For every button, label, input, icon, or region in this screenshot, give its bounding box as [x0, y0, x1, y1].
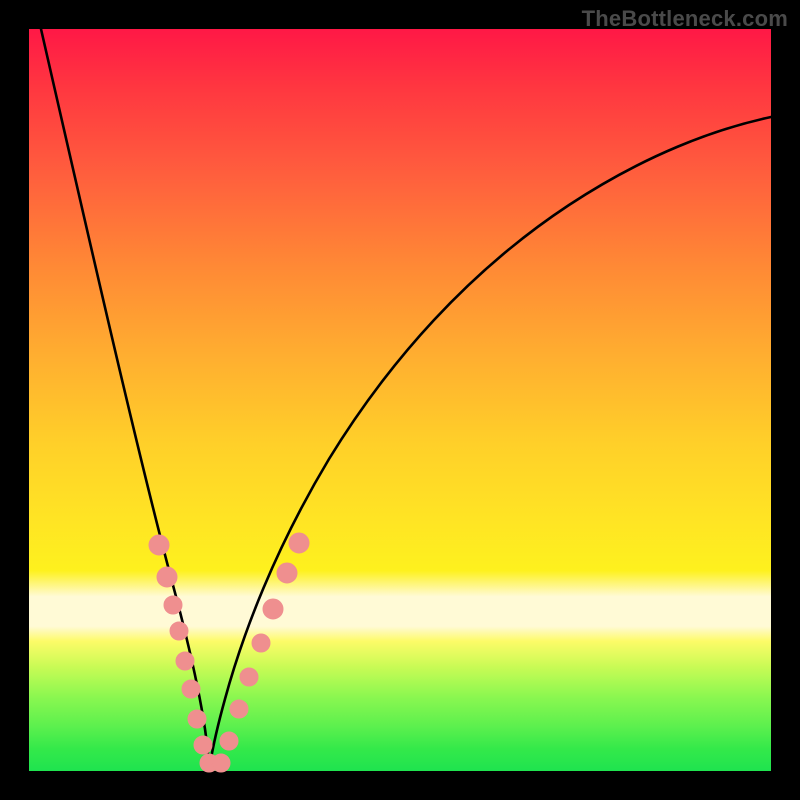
marker-dot — [289, 533, 309, 553]
marker-dot — [277, 563, 297, 583]
marker-dot — [263, 599, 283, 619]
marker-dot — [194, 736, 212, 754]
marker-dot — [240, 668, 258, 686]
marker-dot — [188, 710, 206, 728]
curve-right-branch — [209, 117, 771, 771]
marker-dot — [170, 622, 188, 640]
marker-dot — [176, 652, 194, 670]
marker-dot — [182, 680, 200, 698]
chart-frame: TheBottleneck.com — [0, 0, 800, 800]
marker-dot — [149, 535, 169, 555]
watermark-text: TheBottleneck.com — [582, 6, 788, 32]
marker-dot — [212, 754, 230, 772]
marker-dot — [164, 596, 182, 614]
marker-dot — [230, 700, 248, 718]
marker-cluster — [149, 533, 309, 772]
marker-dot — [220, 732, 238, 750]
chart-svg — [29, 29, 771, 771]
marker-dot — [157, 567, 177, 587]
marker-dot — [252, 634, 270, 652]
